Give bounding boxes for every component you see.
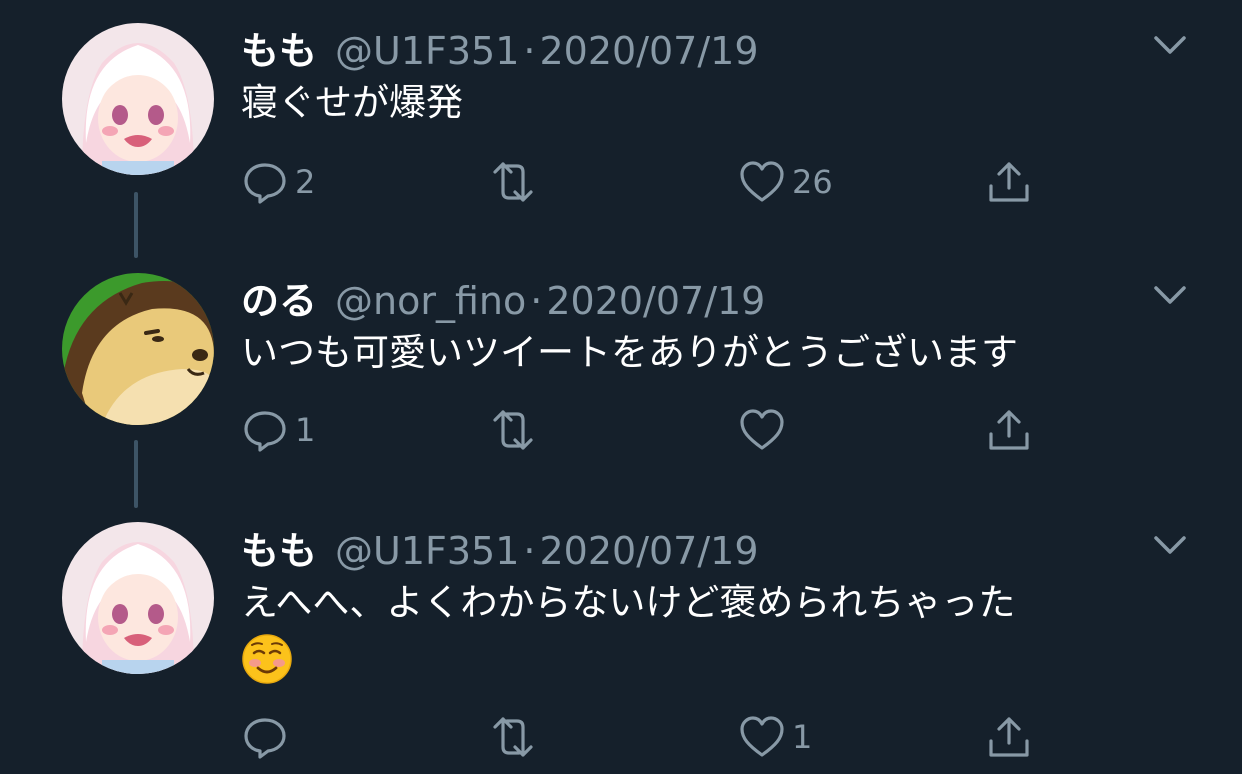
tweet-text: 寝ぐせが爆発 [241, 81, 463, 124]
reply-count: 1 [295, 411, 316, 449]
chevron-down-icon[interactable] [1150, 30, 1190, 60]
separator-dot: · [530, 279, 543, 323]
like-count: 1 [792, 718, 813, 756]
display-name[interactable]: もも [241, 520, 317, 575]
reply-icon [244, 163, 286, 204]
anime-girl-avatar-icon [62, 522, 214, 674]
display-name[interactable]: もも [241, 20, 317, 75]
tweet-actions: 1 [241, 405, 1041, 455]
reply-icon [244, 411, 286, 452]
retweet-button[interactable] [485, 157, 547, 207]
like-button[interactable]: 1 [738, 712, 812, 762]
share-icon [989, 717, 1029, 757]
heart-icon [740, 161, 784, 202]
like-count: 26 [792, 163, 833, 201]
reply-button[interactable]: 1 [241, 405, 315, 455]
separator-dot: · [523, 529, 536, 573]
retweet-icon [493, 717, 533, 757]
tweet-date[interactable]: 2020/07/19 [546, 279, 765, 323]
like-button[interactable]: 26 [738, 157, 833, 207]
like-button[interactable] [738, 405, 792, 455]
retweet-button[interactable] [485, 712, 547, 762]
user-handle[interactable]: @nor_fino [335, 279, 526, 323]
tweet-actions: 1 [241, 712, 1041, 762]
tweet[interactable]: もも @U1F351 · 2020/07/19 寝ぐせが爆発 2 26 [0, 0, 1242, 250]
tweet-date[interactable]: 2020/07/19 [540, 529, 759, 573]
smiling-face-emoji-icon [242, 633, 292, 684]
tweet-text: えへへ、よくわからないけど褒められちゃった [241, 576, 1141, 685]
share-button[interactable] [985, 405, 1033, 455]
tweet-thread: もも @U1F351 · 2020/07/19 寝ぐせが爆発 2 26 のる @… [0, 0, 1242, 774]
share-icon [989, 410, 1029, 450]
share-button[interactable] [985, 712, 1033, 762]
user-handle[interactable]: @U1F351 [335, 529, 519, 573]
retweet-button[interactable] [485, 405, 547, 455]
anime-girl-avatar-icon [62, 23, 214, 175]
share-button[interactable] [985, 157, 1033, 207]
heart-icon [740, 716, 784, 757]
tweet-text-body: えへへ、よくわからないけど褒められちゃった [241, 581, 1016, 624]
avatar[interactable] [62, 273, 214, 425]
heart-icon [740, 409, 784, 450]
user-handle[interactable]: @U1F351 [335, 29, 519, 73]
separator-dot: · [523, 29, 536, 73]
share-icon [989, 162, 1029, 202]
avatar[interactable] [62, 23, 214, 175]
tweet-text: いつも可愛いツイートをありがとうございます [241, 331, 1018, 374]
reply-icon [244, 718, 286, 759]
avatar[interactable] [62, 522, 214, 674]
hamster-avatar-icon [62, 273, 214, 425]
display-name[interactable]: のる [241, 270, 317, 325]
tweet[interactable]: のる @nor_fino · 2020/07/19 いつも可愛いツイートをありが… [0, 250, 1242, 500]
chevron-down-icon[interactable] [1150, 280, 1190, 310]
retweet-icon [493, 410, 533, 450]
retweet-icon [493, 162, 533, 202]
reply-button[interactable] [241, 712, 295, 762]
chevron-down-icon[interactable] [1150, 530, 1190, 560]
reply-button[interactable]: 2 [241, 157, 315, 207]
tweet-actions: 2 26 [241, 157, 1041, 207]
reply-count: 2 [295, 163, 316, 201]
tweet-date[interactable]: 2020/07/19 [540, 29, 759, 73]
tweet[interactable]: もも @U1F351 · 2020/07/19 えへへ、よくわからないけど褒めら… [0, 500, 1242, 774]
